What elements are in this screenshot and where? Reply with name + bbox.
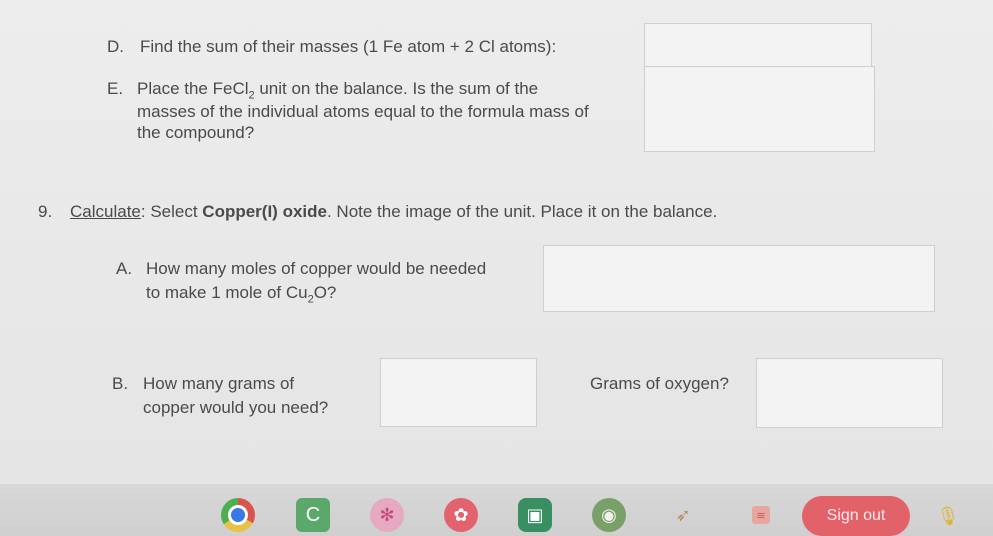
question-9-number: 9. xyxy=(38,202,53,221)
oxygen-label: Grams of oxygen? xyxy=(590,374,729,393)
notes-icon[interactable]: ≡ xyxy=(752,506,770,524)
item-e-line1: Place the FeCl2 unit on the balance. Is … xyxy=(137,79,539,102)
item-a-letter: A. xyxy=(116,259,133,278)
item-d-letter: D. xyxy=(107,37,124,56)
camera-icon[interactable]: ◉ xyxy=(592,498,626,532)
chrome-icon[interactable] xyxy=(221,498,255,532)
answer-a-box[interactable] xyxy=(543,245,935,312)
microphone-icon[interactable]: 🎙 xyxy=(936,504,960,528)
item-e-line3: the compound? xyxy=(137,123,255,142)
sign-out-button[interactable]: Sign out xyxy=(802,496,910,536)
item-a-line2: to make 1 mole of Cu2O? xyxy=(146,283,337,306)
item-e-letter: E. xyxy=(107,79,124,98)
question-9-text: Calculate: Select Copper(I) oxide. Note … xyxy=(70,202,718,221)
paint-icon[interactable]: ✿ xyxy=(444,498,478,532)
item-b-line2: copper would you need? xyxy=(143,398,329,417)
answer-b-copper-box[interactable] xyxy=(380,358,537,427)
classroom-icon[interactable]: C xyxy=(296,498,330,532)
item-b-line1: How many grams of xyxy=(143,374,295,393)
answer-d-box[interactable] xyxy=(644,23,872,67)
item-a-line1: How many moles of copper would be needed xyxy=(146,259,487,278)
answer-e-box[interactable] xyxy=(644,66,875,152)
answer-b-oxygen-box[interactable] xyxy=(756,358,943,428)
item-d-text: Find the sum of their masses (1 Fe atom … xyxy=(140,37,557,56)
meet-icon[interactable]: ▣ xyxy=(518,498,552,532)
item-b-letter: B. xyxy=(112,374,129,393)
settings-icon[interactable]: ✻ xyxy=(370,498,404,532)
item-e-line2: masses of the individual atoms equal to … xyxy=(137,102,589,121)
rocket-icon[interactable]: ➶ xyxy=(666,498,700,532)
